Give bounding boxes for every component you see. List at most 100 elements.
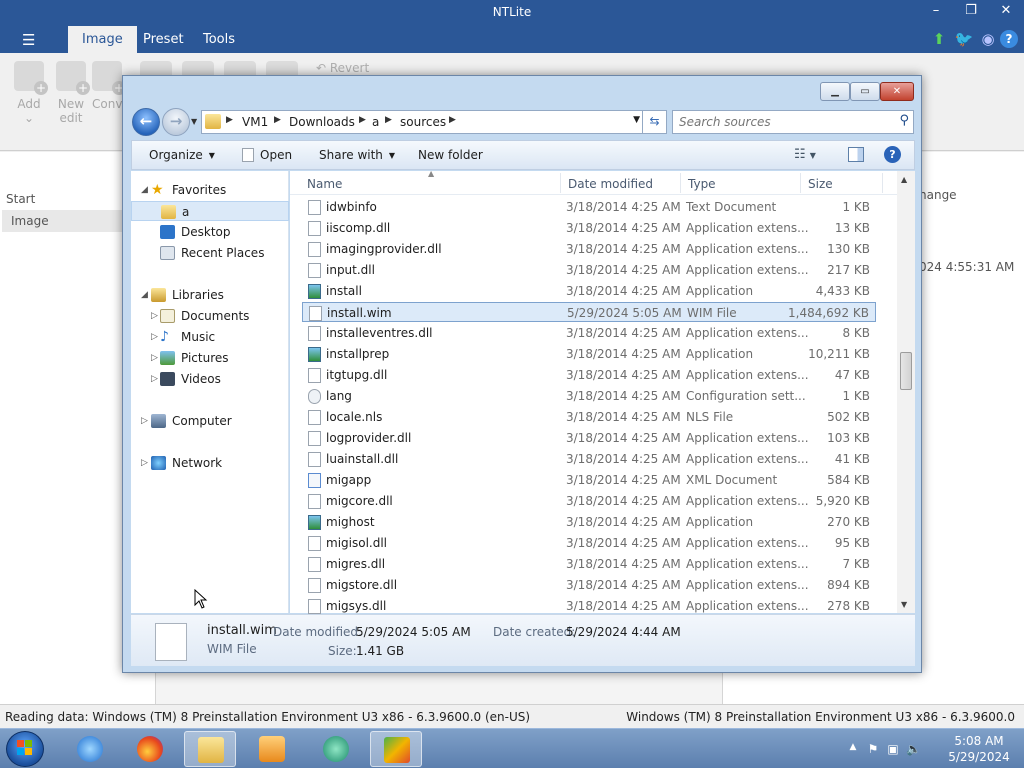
file-row[interactable]: mighost 3/18/2014 4:25 AM Application 270 K… <box>302 512 876 532</box>
search-icon[interactable]: ⚲ <box>899 113 909 128</box>
column-header-size[interactable]: Size <box>808 177 833 191</box>
new-edit-button[interactable]: New edit <box>51 61 91 125</box>
address-dropdown-icon[interactable]: ▼ <box>633 115 640 125</box>
maximize-button[interactable]: ❐ <box>956 3 986 23</box>
file-row[interactable]: locale.nls 3/18/2014 4:25 AM NLS File 502 K… <box>302 407 876 427</box>
close-button[interactable]: ✕ <box>991 3 1021 23</box>
file-name: migres.dll <box>326 557 386 571</box>
nav-favorite-a[interactable]: a <box>131 201 289 221</box>
breadcrumb-vm1[interactable]: VM1 <box>242 115 268 129</box>
nav-recent-places[interactable]: Recent Places <box>131 243 289 263</box>
nav-computer[interactable]: ▷ Computer <box>131 411 289 431</box>
address-bar[interactable]: ▶ VM1 ▶ Downloads ▶ a ▶ sources ▶ ▼ ⇆ <box>201 110 667 134</box>
recent-locations-icon[interactable]: ▼ <box>191 117 197 126</box>
taskbar-ntlite[interactable] <box>370 731 422 767</box>
convert-button[interactable]: Conv <box>92 61 122 111</box>
help-icon[interactable]: ? <box>1000 30 1018 48</box>
file-row[interactable]: migcore.dll 3/18/2014 4:25 AM Application … <box>302 491 876 511</box>
help-icon[interactable]: ? <box>884 146 901 163</box>
tab-tools[interactable]: Tools <box>189 26 249 53</box>
file-row[interactable]: migsys.dll 3/18/2014 4:25 AM Application e… <box>302 596 876 616</box>
nav-videos[interactable]: ▷ Videos <box>131 369 289 389</box>
dialog-close-button[interactable]: ✕ <box>880 82 914 101</box>
file-row[interactable]: luainstall.dll 3/18/2014 4:25 AM Applicati… <box>302 449 876 469</box>
file-row[interactable]: install.wim 5/29/2024 5:05 AM WIM File 1,48… <box>302 302 876 322</box>
tab-preset[interactable]: Preset <box>129 26 198 53</box>
file-row[interactable]: idwbinfo 3/18/2014 4:25 AM Text Document 1 … <box>302 197 876 217</box>
file-row[interactable]: imagingprovider.dll 3/18/2014 4:25 AM Appl… <box>302 239 876 259</box>
nav-libraries[interactable]: ◢ Libraries <box>131 285 289 305</box>
file-date: 3/18/2014 4:25 AM <box>566 536 681 550</box>
file-row[interactable]: install 3/18/2014 4:25 AM Application 4,433… <box>302 281 876 301</box>
vertical-scrollbar[interactable]: ▲ ▼ <box>897 171 915 613</box>
taskbar-firefox[interactable] <box>124 731 176 767</box>
file-row[interactable]: logprovider.dll 3/18/2014 4:25 AM Applicat… <box>302 428 876 448</box>
new-folder-button[interactable]: New folder <box>418 148 483 162</box>
file-row[interactable]: migapp 3/18/2014 4:25 AM XML Document 584 K… <box>302 470 876 490</box>
nav-pictures[interactable]: ▷ Pictures <box>131 348 289 368</box>
breadcrumb-separator-icon[interactable]: ▶ <box>359 115 366 125</box>
view-options-icon[interactable]: ☷ ▼ <box>794 147 816 162</box>
show-hidden-icons-icon[interactable]: ▲ <box>846 742 860 756</box>
file-row[interactable]: migstore.dll 3/18/2014 4:25 AM Application… <box>302 575 876 595</box>
search-input[interactable] <box>679 114 879 130</box>
nav-desktop[interactable]: Desktop <box>131 222 289 242</box>
breadcrumb-separator-icon[interactable]: ▶ <box>226 115 233 125</box>
nav-network[interactable]: ▷ Network <box>131 453 289 473</box>
nav-documents[interactable]: ▷ Documents <box>131 306 289 326</box>
nav-music[interactable]: ▷ ♪ Music <box>131 327 289 347</box>
clock[interactable]: 5:08 AM 5/29/2024 <box>944 733 1014 765</box>
twitter-icon[interactable]: 🐦 <box>954 30 974 50</box>
start-button[interactable] <box>6 731 44 767</box>
taskbar-app[interactable] <box>310 731 362 767</box>
file-size: 270 KB <box>827 515 870 529</box>
open-button[interactable]: Open <box>242 148 292 162</box>
network-icon[interactable]: ▣ <box>886 742 900 756</box>
breadcrumb-a[interactable]: a <box>372 115 379 129</box>
file-row[interactable]: lang 3/18/2014 4:25 AM Configuration sett.… <box>302 386 876 406</box>
column-header-name[interactable]: Name <box>307 177 342 191</box>
add-button[interactable]: Add ⌄ <box>9 61 49 125</box>
file-row[interactable]: input.dll 3/18/2014 4:25 AM Application ex… <box>302 260 876 280</box>
forward-button[interactable]: → <box>162 108 190 136</box>
date-fragment: 024 4:55:31 AM <box>919 260 1015 274</box>
scroll-up-icon[interactable]: ▲ <box>901 175 907 184</box>
app-globe-icon <box>323 736 349 762</box>
column-header-date-modified[interactable]: Date modified <box>568 177 653 191</box>
file-row[interactable]: migres.dll 3/18/2014 4:25 AM Application e… <box>302 554 876 574</box>
breadcrumb-separator-icon[interactable]: ▶ <box>274 115 281 125</box>
update-arrow-icon[interactable]: ⬆ <box>929 30 949 50</box>
dialog-minimize-button[interactable]: ▁ <box>820 82 850 101</box>
organize-button[interactable]: Organize ▼ <box>149 148 215 162</box>
taskbar-media-player[interactable] <box>246 731 298 767</box>
file-row[interactable]: iiscomp.dll 3/18/2014 4:25 AM Application … <box>302 218 876 238</box>
refresh-icon[interactable]: ⇆ <box>642 110 666 134</box>
file-row[interactable]: migisol.dll 3/18/2014 4:25 AM Application … <box>302 533 876 553</box>
breadcrumb-downloads[interactable]: Downloads <box>289 115 355 129</box>
scrollbar-thumb[interactable] <box>900 352 912 390</box>
breadcrumb-sources[interactable]: sources <box>400 115 446 129</box>
file-row[interactable]: installprep 3/18/2014 4:25 AM Application 1… <box>302 344 876 364</box>
taskbar-explorer[interactable] <box>184 731 236 767</box>
hamburger-menu-icon[interactable]: ☰ <box>22 31 35 49</box>
volume-icon[interactable]: 🔈 <box>906 742 921 756</box>
file-type: Application extens... <box>686 599 809 613</box>
breadcrumb-separator-icon[interactable]: ▶ <box>385 115 392 125</box>
column-header-type[interactable]: Type <box>688 177 716 191</box>
revert-button[interactable]: ↶ Revert <box>316 61 369 75</box>
dialog-maximize-button[interactable]: ▭ <box>850 82 880 101</box>
file-row[interactable]: itgtupg.dll 3/18/2014 4:25 AM Application … <box>302 365 876 385</box>
back-button[interactable]: ← <box>132 108 160 136</box>
nav-favorites[interactable]: ◢ ★ Favorites <box>131 180 289 200</box>
preview-pane-icon[interactable] <box>848 147 864 162</box>
taskbar-internet-explorer[interactable] <box>64 731 116 767</box>
discord-icon[interactable]: ◉ <box>978 30 998 50</box>
share-with-button[interactable]: Share with ▼ <box>319 148 395 162</box>
file-row[interactable]: installeventres.dll 3/18/2014 4:25 AM Appl… <box>302 323 876 343</box>
breadcrumb-separator-icon[interactable]: ▶ <box>449 115 456 125</box>
details-date-created: 5/29/2024 4:44 AM <box>566 625 681 639</box>
minimize-button[interactable]: – <box>921 3 951 23</box>
scroll-down-icon[interactable]: ▼ <box>901 600 907 609</box>
tab-image[interactable]: Image <box>68 26 137 53</box>
flag-icon[interactable]: ⚑ <box>866 742 880 756</box>
